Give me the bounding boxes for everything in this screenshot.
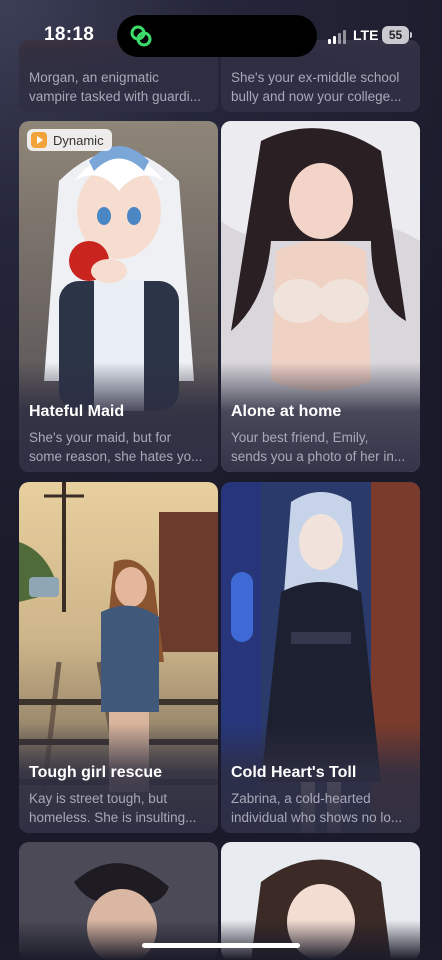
card-title: Alone at home <box>231 403 342 420</box>
dynamic-island[interactable] <box>117 15 317 57</box>
card-title: Cold Heart's Toll <box>231 764 357 781</box>
battery-tip <box>410 32 412 38</box>
home-indicator[interactable] <box>142 943 300 948</box>
play-icon <box>31 132 47 148</box>
card-description: Morgan, an enigmatic vampire tasked with… <box>29 70 201 104</box>
character-card-tough-girl-rescue[interactable]: Tough girl rescue Kay is street tough, b… <box>19 482 218 833</box>
battery-icon: 55 <box>382 26 409 44</box>
status-time: 18:18 <box>44 24 95 45</box>
card-description: She's your maid, but for some reason, sh… <box>29 430 203 464</box>
card-title: Tough girl rescue <box>29 764 163 781</box>
character-card-alone-at-home[interactable]: Alone at home Your best friend, Emily, s… <box>221 121 420 472</box>
character-card-cold-hearts-toll[interactable]: Cold Heart's Toll Zabrina, a cold-hearte… <box>221 482 420 833</box>
network-label: LTE <box>353 27 379 43</box>
card-description: Zabrina, a cold-hearted individual who s… <box>231 791 403 825</box>
signal-icon <box>328 30 348 44</box>
bottom-fade <box>0 920 442 960</box>
card-description: Kay is street tough, but homeless. She i… <box>29 791 197 825</box>
card-title: Hateful Maid <box>29 403 125 420</box>
link-app-icon <box>130 25 152 47</box>
card-description: She's your ex-middle school bully and no… <box>231 70 402 104</box>
character-card-hateful-maid[interactable]: Dynamic Hateful Maid She's your maid, bu… <box>19 121 218 472</box>
card-description: Your best friend, Emily, sends you a pho… <box>231 430 406 464</box>
dynamic-badge: Dynamic <box>27 129 112 151</box>
status-bar: 18:18 LTE 55 <box>0 0 442 70</box>
